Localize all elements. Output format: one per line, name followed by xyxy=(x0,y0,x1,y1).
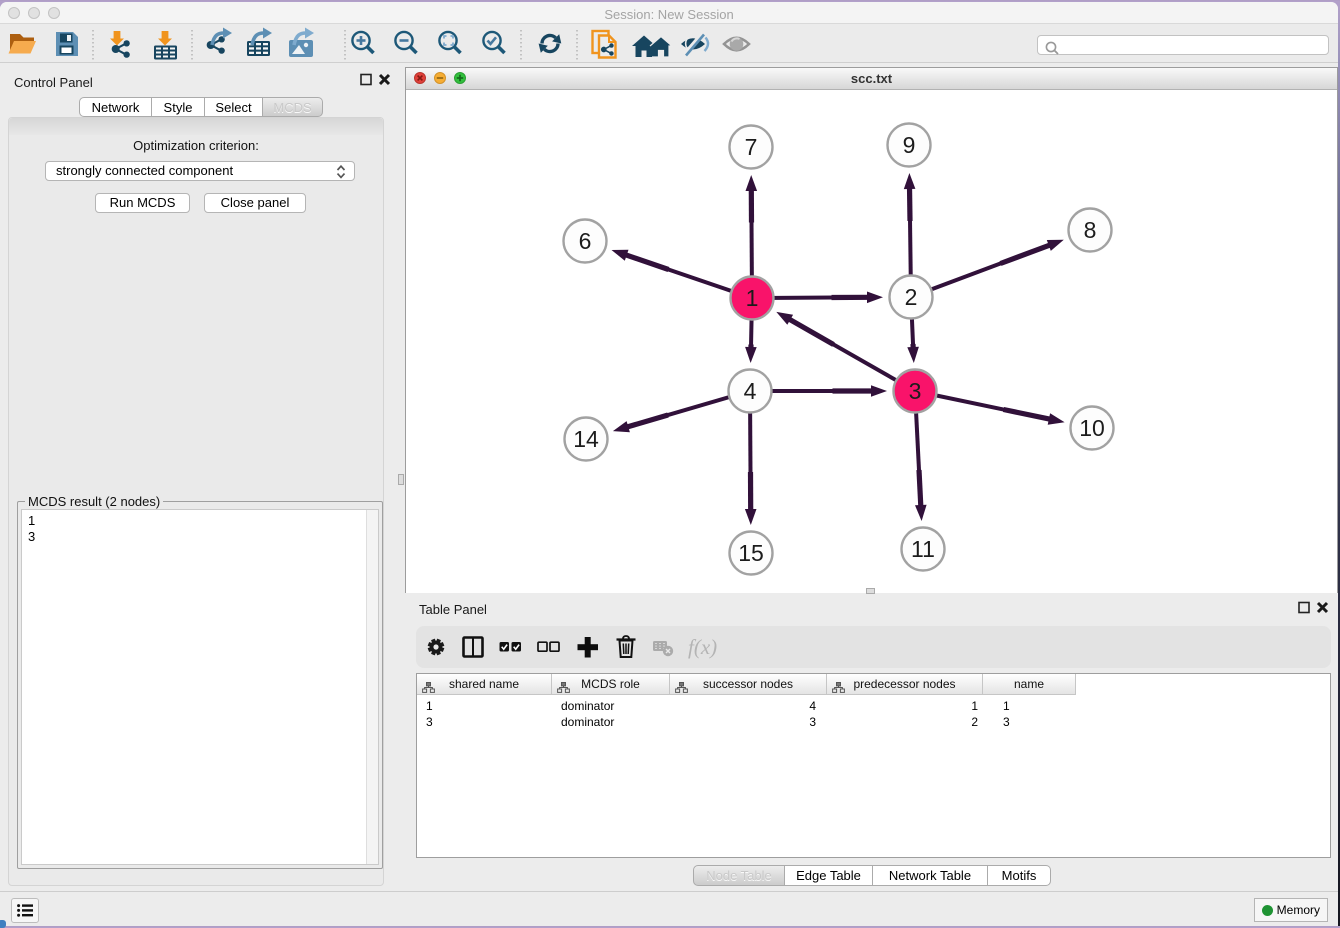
svg-text:2: 2 xyxy=(905,284,918,310)
svg-text:10: 10 xyxy=(1079,415,1105,441)
svg-text:8: 8 xyxy=(1084,217,1097,243)
svg-text:14: 14 xyxy=(573,426,599,452)
svg-text:6: 6 xyxy=(579,228,592,254)
svg-text:4: 4 xyxy=(744,378,757,404)
svg-text:15: 15 xyxy=(738,540,764,566)
svg-text:f(x): f(x) xyxy=(688,635,717,659)
svg-text:11: 11 xyxy=(911,536,935,562)
svg-text:9: 9 xyxy=(903,132,916,158)
svg-text:1: 1 xyxy=(746,285,759,311)
svg-text:3: 3 xyxy=(909,378,922,404)
svg-text:7: 7 xyxy=(745,134,758,160)
